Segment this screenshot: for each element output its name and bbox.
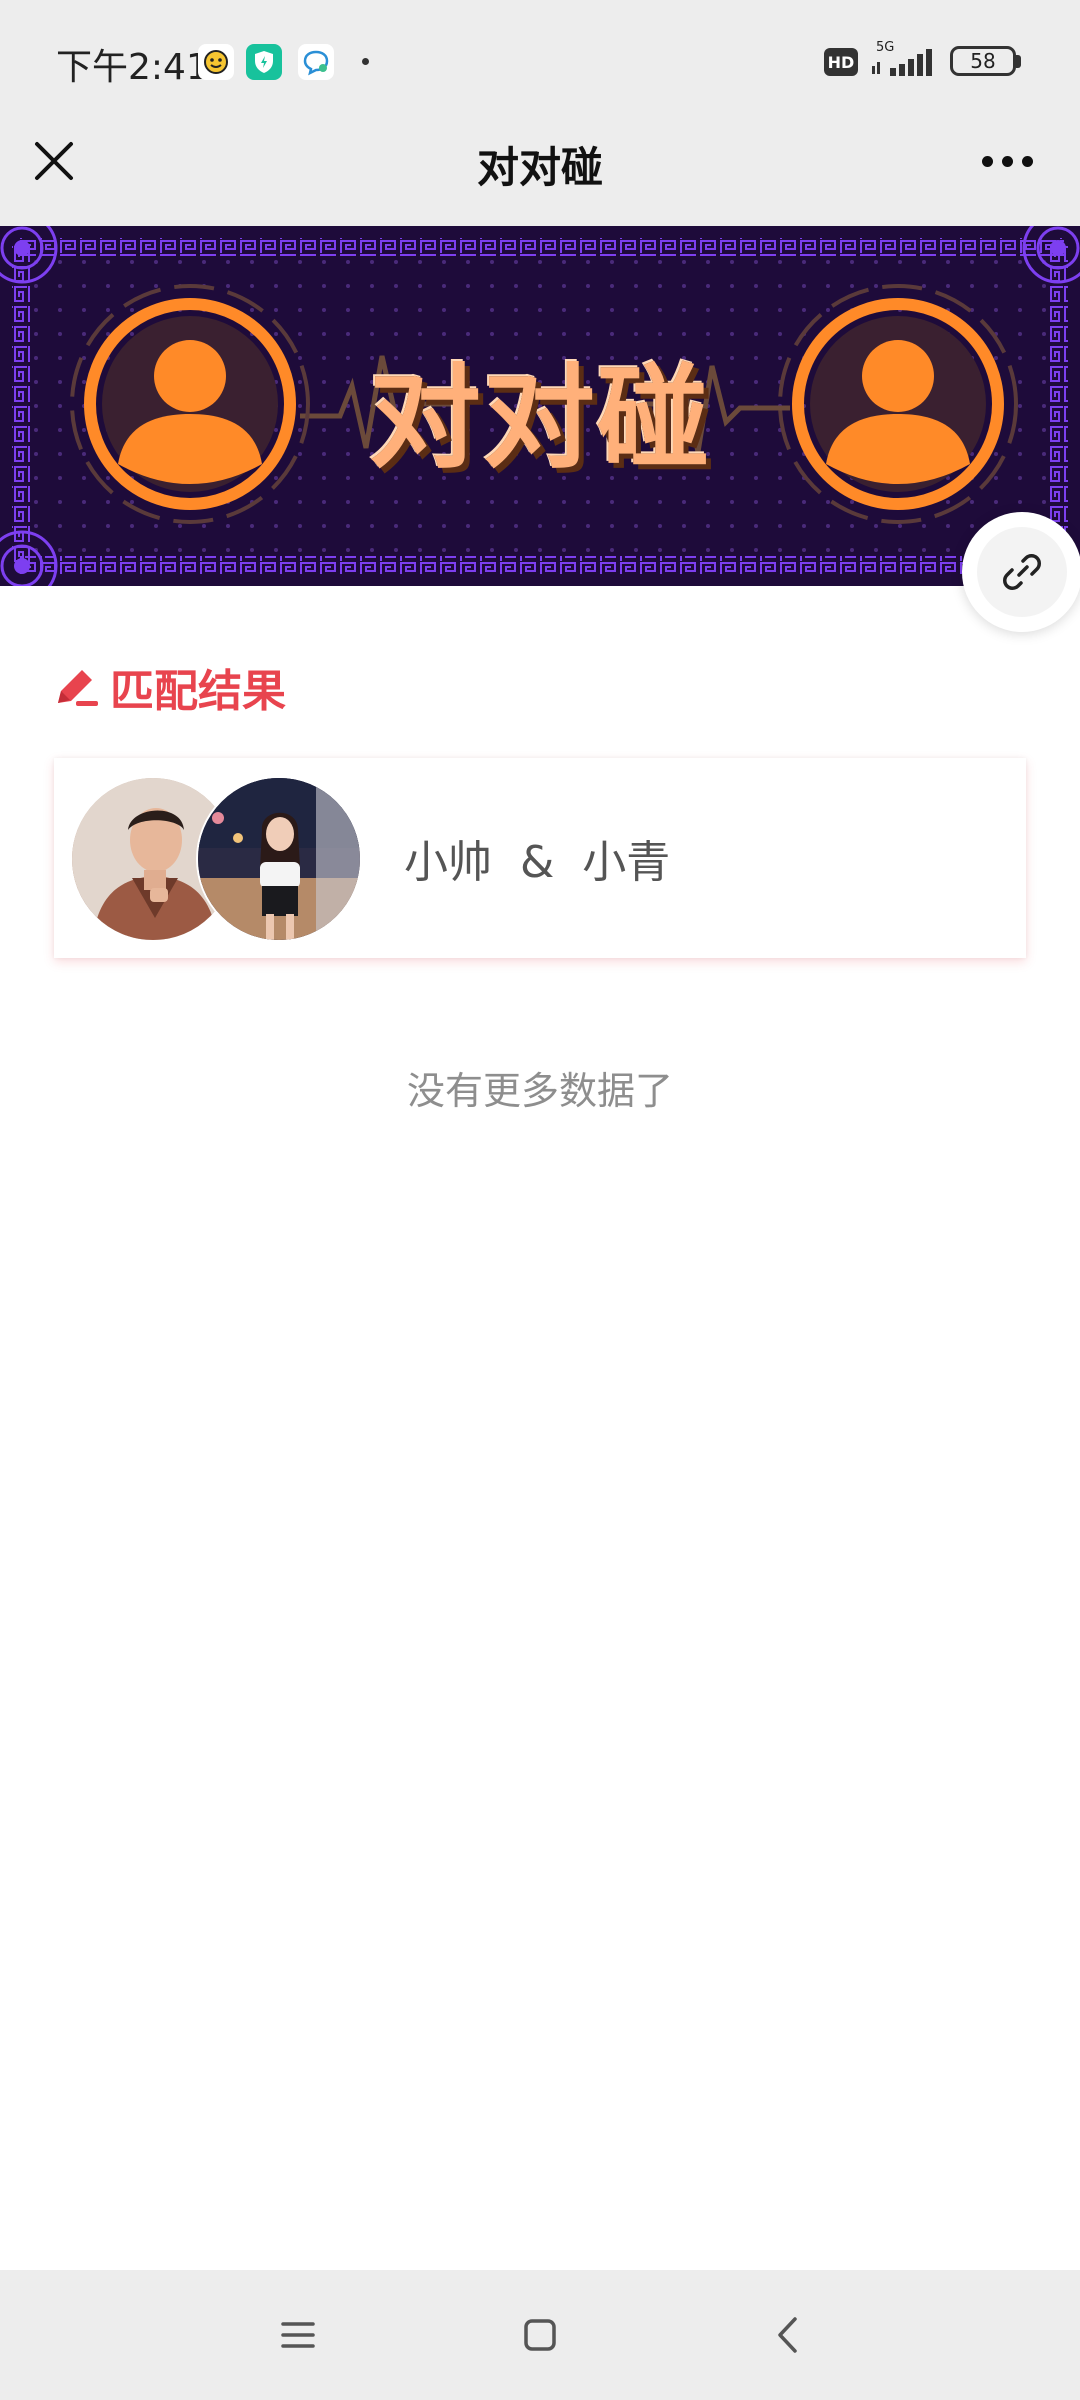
chat-app-icon xyxy=(298,44,334,80)
status-time: 下午2:41 xyxy=(56,47,209,88)
signal-icon: 5G xyxy=(868,40,936,80)
female-photo xyxy=(198,778,360,940)
banner: 对对碰 xyxy=(0,226,1080,586)
more-dot-icon xyxy=(1021,155,1033,167)
match-name-b: 小青 xyxy=(582,837,671,888)
back-chevron-icon xyxy=(778,2317,797,2353)
battery-cap xyxy=(1016,55,1021,68)
avatar-female xyxy=(196,776,362,942)
section-header: 匹配结果 xyxy=(52,652,286,722)
menu-icon xyxy=(281,2322,315,2348)
more-options-button[interactable] xyxy=(970,132,1044,190)
edit-pen-icon xyxy=(58,670,98,706)
match-separator: & xyxy=(519,837,555,888)
link-icon xyxy=(1003,554,1041,590)
security-app-icon xyxy=(246,44,282,80)
page-title: 对对碰 xyxy=(476,143,603,192)
copy-link-button[interactable] xyxy=(962,512,1080,632)
home-square-icon xyxy=(524,2319,556,2351)
copy-link-button-inner xyxy=(977,527,1067,617)
back-button[interactable] xyxy=(748,2300,828,2370)
section-title: 匹配结果 xyxy=(110,666,286,717)
match-result-card[interactable]: 小帅 & 小青 xyxy=(54,758,1026,958)
no-more-data-text: 没有更多数据了 xyxy=(406,1069,673,1113)
banner-title: 对对碰 xyxy=(369,354,711,484)
battery-icon: 58 xyxy=(950,46,1016,76)
more-dot-icon xyxy=(1001,155,1013,167)
status-bar: 下午2:41 HD 5G 58 xyxy=(0,0,1080,126)
match-names: 小帅 & 小青 xyxy=(404,826,670,890)
network-type: 5G xyxy=(876,40,894,55)
match-name-a: 小帅 xyxy=(404,837,492,888)
hd-badge: HD xyxy=(824,48,858,76)
home-button[interactable] xyxy=(500,2300,580,2370)
emoji-app-icon xyxy=(198,44,234,80)
more-dot-icon xyxy=(981,155,993,167)
notification-dot-icon xyxy=(362,58,369,65)
recent-apps-button[interactable] xyxy=(258,2300,338,2370)
battery-level: 58 xyxy=(970,49,996,73)
